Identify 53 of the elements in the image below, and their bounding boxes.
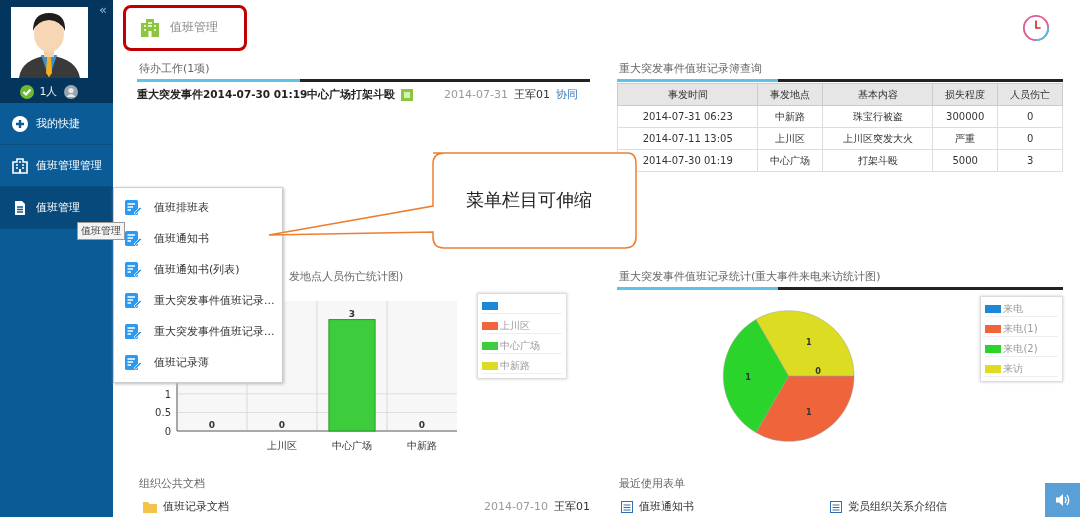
category-label: 上川区 [267, 440, 297, 451]
table-cell: 中新路 [757, 105, 823, 128]
task-user: 王军01 [514, 87, 550, 102]
document-date: 2014-07-10 [484, 500, 548, 513]
column-header: 损失程度 [932, 83, 998, 106]
legend-label: 中心广场 [500, 338, 540, 353]
data-label: 1 [806, 406, 812, 417]
document-user: 王军01 [554, 499, 590, 514]
data-label: 0 [208, 420, 216, 430]
axis-tick-label: 0 [164, 426, 171, 437]
data-label: 0 [815, 366, 821, 377]
column-header: 基本内容 [822, 83, 933, 106]
table-cell: 0 [997, 127, 1063, 150]
column-header: 事发时间 [617, 83, 758, 106]
data-label: 1 [745, 371, 751, 382]
callout-text: 菜单栏目可伸缩 [466, 188, 592, 212]
table-cell: 中心广场 [757, 149, 823, 172]
table-cell: 珠宝行被盗 [822, 105, 933, 128]
axis-tick-label: 0.5 [155, 407, 171, 419]
panel-title: 待办工作(1项) [138, 61, 211, 77]
table-cell: 5000 [932, 149, 998, 172]
task-date: 2014-07-31 [444, 88, 508, 101]
online-count: 1人 [39, 84, 58, 99]
panel-title: 发地点人员伤亡统计图) [288, 269, 404, 285]
legend-label: 来电(1) [1003, 321, 1038, 336]
panel-title: 组织公共文档 [138, 476, 206, 492]
data-label: 0 [418, 420, 426, 430]
data-label: 0 [278, 420, 286, 430]
legend-label: 来电(2) [1003, 341, 1038, 356]
table-cell: 2014-07-11 13:05 [617, 127, 758, 150]
column-header: 事发地点 [757, 83, 823, 106]
table-cell: 0 [997, 105, 1063, 128]
legend-label: 上川区 [500, 318, 530, 333]
column-header: 人员伤亡 [997, 83, 1063, 106]
table-cell: 上川区突发大火 [822, 127, 933, 150]
table-cell: 上川区 [757, 127, 823, 150]
table-cell: 3 [997, 149, 1063, 172]
table-cell: 打架斗殴 [822, 149, 933, 172]
panel-title: 重大突发事件值班记录统计(重大事件来电来访统计图) [618, 269, 882, 285]
legend-label: 中新路 [500, 358, 530, 373]
panel-title: 最近使用表单 [618, 476, 686, 492]
legend-label: 来电 [1003, 301, 1024, 316]
panel-title: 重大突发事件值班记录簿查询 [618, 61, 763, 77]
table-cell: 严重 [932, 127, 998, 150]
category-label: 中新路 [407, 440, 437, 451]
axis-tick-label: 1 [164, 388, 171, 400]
category-label: 中心广场 [332, 440, 372, 451]
legend-label: 来访 [1003, 361, 1024, 376]
tooltip: 值班管理 [77, 222, 125, 240]
table-cell: 2014-07-31 06:23 [617, 105, 758, 128]
data-label: 3 [348, 308, 356, 319]
data-label: 1 [806, 336, 812, 347]
table-cell: 300000 [932, 105, 998, 128]
